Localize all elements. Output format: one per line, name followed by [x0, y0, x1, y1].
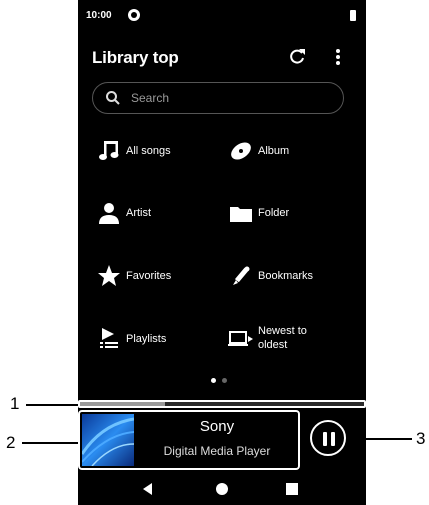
page-indicator: [205, 378, 235, 386]
grid-item-folder[interactable]: Folder: [228, 194, 358, 234]
grid-item-bookmarks[interactable]: Bookmarks: [228, 257, 358, 297]
album-art: [80, 414, 135, 467]
pause-icon: [331, 432, 335, 446]
grid-label: Album: [258, 145, 290, 157]
folder-icon: [228, 200, 254, 226]
grid-label: Artist: [126, 207, 152, 219]
grid-item-newest[interactable]: Newest to oldest: [228, 320, 358, 360]
playlist-icon: [96, 326, 122, 352]
status-time: 10:00: [86, 10, 112, 21]
callout-1: 1: [10, 394, 20, 413]
page-dot: [222, 378, 227, 383]
camera-status-icon: [128, 9, 140, 21]
now-playing-bar[interactable]: Sony Digital Media Player: [78, 410, 300, 470]
pause-icon: [323, 432, 327, 446]
back-icon[interactable]: [140, 481, 156, 497]
grid-item-favorites[interactable]: Favorites: [96, 257, 226, 297]
status-bar: 10:00: [86, 9, 356, 26]
artist-person-icon: [96, 200, 122, 226]
home-icon[interactable]: [214, 481, 230, 497]
grid-label: Newest to oldest: [258, 325, 307, 351]
search-placeholder: Search: [131, 91, 170, 105]
callout-line-1: [26, 404, 78, 406]
page-title: Library top: [92, 48, 179, 67]
callout-2: 2: [6, 433, 16, 452]
pause-button[interactable]: [310, 420, 346, 456]
grid-label: Favorites: [126, 270, 172, 282]
search-input[interactable]: Search: [92, 82, 344, 114]
callout-line-2: [22, 442, 78, 444]
grid-item-artist[interactable]: Artist: [96, 194, 226, 234]
grid-label: All songs: [126, 145, 171, 157]
grid-item-playlists[interactable]: Playlists: [96, 320, 226, 360]
laptop-transfer-icon: [228, 326, 254, 352]
callout-line-3: [346, 438, 412, 440]
page-dot-active: [211, 378, 216, 383]
playback-progress-bar[interactable]: [78, 400, 366, 408]
grid-label: Playlists: [126, 333, 167, 345]
track-subtitle: Digital Media Player: [163, 444, 271, 458]
recents-icon[interactable]: [284, 481, 300, 497]
track-title: Sony: [199, 418, 235, 435]
search-icon: [105, 90, 121, 106]
star-icon: [96, 263, 122, 289]
grid-item-all-songs[interactable]: All songs: [96, 132, 226, 172]
progress-fill: [80, 402, 166, 406]
app-bar: Library top: [78, 40, 366, 76]
callout-3: 3: [416, 429, 426, 448]
album-disc-icon: [228, 138, 254, 164]
grid-label: Folder: [258, 207, 290, 219]
system-nav-bar: [78, 475, 366, 505]
grid-label: Bookmarks: [258, 270, 314, 282]
grid-item-album[interactable]: Album: [228, 132, 358, 172]
bookmark-pen-icon: [228, 263, 254, 289]
refresh-icon[interactable]: [286, 46, 308, 68]
phone-screen: 10:00 Library top Search All songs Album…: [78, 0, 366, 505]
more-menu-icon[interactable]: [330, 46, 346, 68]
music-note-icon: [96, 138, 122, 164]
battery-icon: [350, 10, 356, 21]
